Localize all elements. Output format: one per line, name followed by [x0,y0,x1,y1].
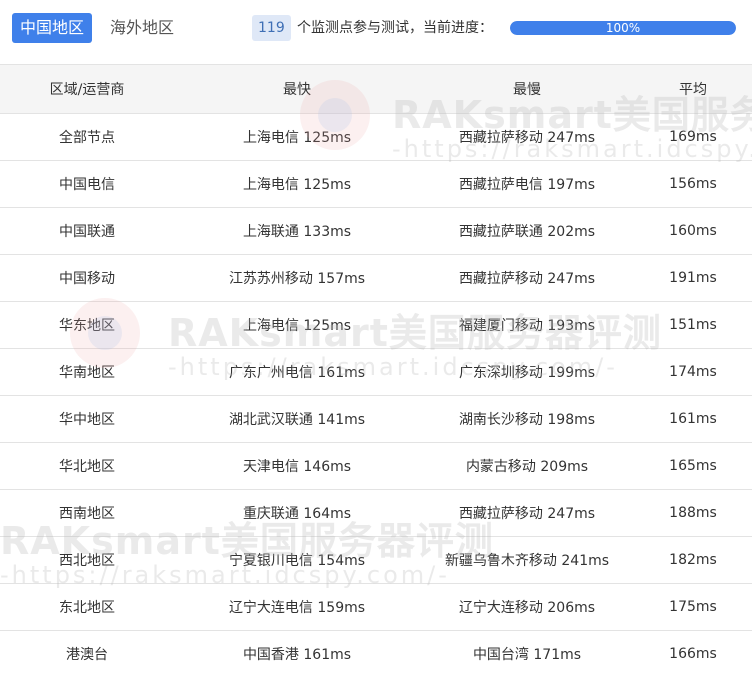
cell-slowest: 西藏拉萨电信 197ms [420,160,634,208]
cell-average: 169ms [634,113,752,161]
table-row: 中国电信 上海电信 125ms 西藏拉萨电信 197ms 156ms [0,160,752,208]
cell-fastest: 湖北武汉联通 141ms [174,395,420,443]
cell-average: 160ms [634,207,752,255]
cell-average: 182ms [634,536,752,584]
tab-overseas-region[interactable]: 海外地区 [102,13,182,43]
table-body: 全部节点 上海电信 125ms 西藏拉萨移动 247ms 169ms 中国电信 上海电信 … [0,113,752,677]
table-row: 中国联通 上海联通 133ms 西藏拉萨联通 202ms 160ms [0,207,752,255]
cell-fastest: 重庆联通 164ms [174,489,420,537]
cell-average: 156ms [634,160,752,208]
header-average: 平均 [634,64,752,114]
cell-slowest: 西藏拉萨联通 202ms [420,207,634,255]
cell-fastest: 辽宁大连电信 159ms [174,583,420,631]
cell-region: 全部节点 [0,113,174,161]
cell-slowest: 福建厦门移动 193ms [420,301,634,349]
table-row: 港澳台 中国香港 161ms 中国台湾 171ms 166ms [0,630,752,677]
progress-bar: 100% [510,21,736,35]
cell-slowest: 中国台湾 171ms [420,630,634,677]
top-bar: 中国地区 海外地区 119 个监测点参与测试，当前进度： 100% [0,0,752,64]
cell-region: 华北地区 [0,442,174,490]
cell-region: 港澳台 [0,630,174,677]
header-slowest: 最慢 [420,64,634,114]
table-row: 中国移动 江苏苏州移动 157ms 西藏拉萨移动 247ms 191ms [0,254,752,302]
progress-caption: 个监测点参与测试，当前进度： [297,20,493,36]
cell-fastest: 天津电信 146ms [174,442,420,490]
cell-fastest: 上海电信 125ms [174,113,420,161]
table-row: 西北地区 宁夏银川电信 154ms 新疆乌鲁木齐移动 241ms 182ms [0,536,752,584]
table-row: 华中地区 湖北武汉联通 141ms 湖南长沙移动 198ms 161ms [0,395,752,443]
cell-region: 华南地区 [0,348,174,396]
cell-region: 东北地区 [0,583,174,631]
latency-table-container: 区域/运营商 最快 最慢 平均 全部节点 上海电信 125ms 西藏拉萨移动 247… [0,64,752,677]
tab-china-region[interactable]: 中国地区 [12,13,93,43]
cell-region: 中国电信 [0,160,174,208]
cell-slowest: 广东深圳移动 199ms [420,348,634,396]
table-row: 华北地区 天津电信 146ms 内蒙古移动 209ms 165ms [0,442,752,490]
cell-slowest: 西藏拉萨移动 247ms [420,254,634,302]
table-row: 华南地区 广东广州电信 161ms 广东深圳移动 199ms 174ms [0,348,752,396]
cell-average: 161ms [634,395,752,443]
cell-region: 中国移动 [0,254,174,302]
cell-fastest: 上海联通 133ms [174,207,420,255]
cell-fastest: 宁夏银川电信 154ms [174,536,420,584]
header-fastest: 最快 [174,64,420,114]
table-row: 华东地区 上海电信 125ms 福建厦门移动 193ms 151ms [0,301,752,349]
cell-average: 191ms [634,254,752,302]
cell-average: 175ms [634,583,752,631]
progress-percent-label: 100% [605,21,641,35]
cell-region: 华东地区 [0,301,174,349]
cell-fastest: 江苏苏州移动 157ms [174,254,420,302]
cell-average: 166ms [634,630,752,677]
cell-region: 西北地区 [0,536,174,584]
monitor-count-badge: 119 [252,15,291,41]
table-header-row: 区域/运营商 最快 最慢 平均 [0,64,752,114]
cell-slowest: 湖南长沙移动 198ms [420,395,634,443]
cell-slowest: 西藏拉萨移动 247ms [420,489,634,537]
cell-fastest: 中国香港 161ms [174,630,420,677]
table-row: 西南地区 重庆联通 164ms 西藏拉萨移动 247ms 188ms [0,489,752,537]
cell-slowest: 新疆乌鲁木齐移动 241ms [420,536,634,584]
cell-average: 188ms [634,489,752,537]
cell-slowest: 内蒙古移动 209ms [420,442,634,490]
cell-region: 华中地区 [0,395,174,443]
cell-region: 西南地区 [0,489,174,537]
cell-average: 151ms [634,301,752,349]
cell-average: 174ms [634,348,752,396]
cell-fastest: 广东广州电信 161ms [174,348,420,396]
table-row: 东北地区 辽宁大连电信 159ms 辽宁大连移动 206ms 175ms [0,583,752,631]
cell-slowest: 西藏拉萨移动 247ms [420,113,634,161]
latency-table: 区域/运营商 最快 最慢 平均 全部节点 上海电信 125ms 西藏拉萨移动 247… [0,64,752,677]
cell-slowest: 辽宁大连移动 206ms [420,583,634,631]
cell-average: 165ms [634,442,752,490]
cell-region: 中国联通 [0,207,174,255]
header-region: 区域/运营商 [0,64,174,114]
cell-fastest: 上海电信 125ms [174,301,420,349]
cell-fastest: 上海电信 125ms [174,160,420,208]
table-row: 全部节点 上海电信 125ms 西藏拉萨移动 247ms 169ms [0,113,752,161]
